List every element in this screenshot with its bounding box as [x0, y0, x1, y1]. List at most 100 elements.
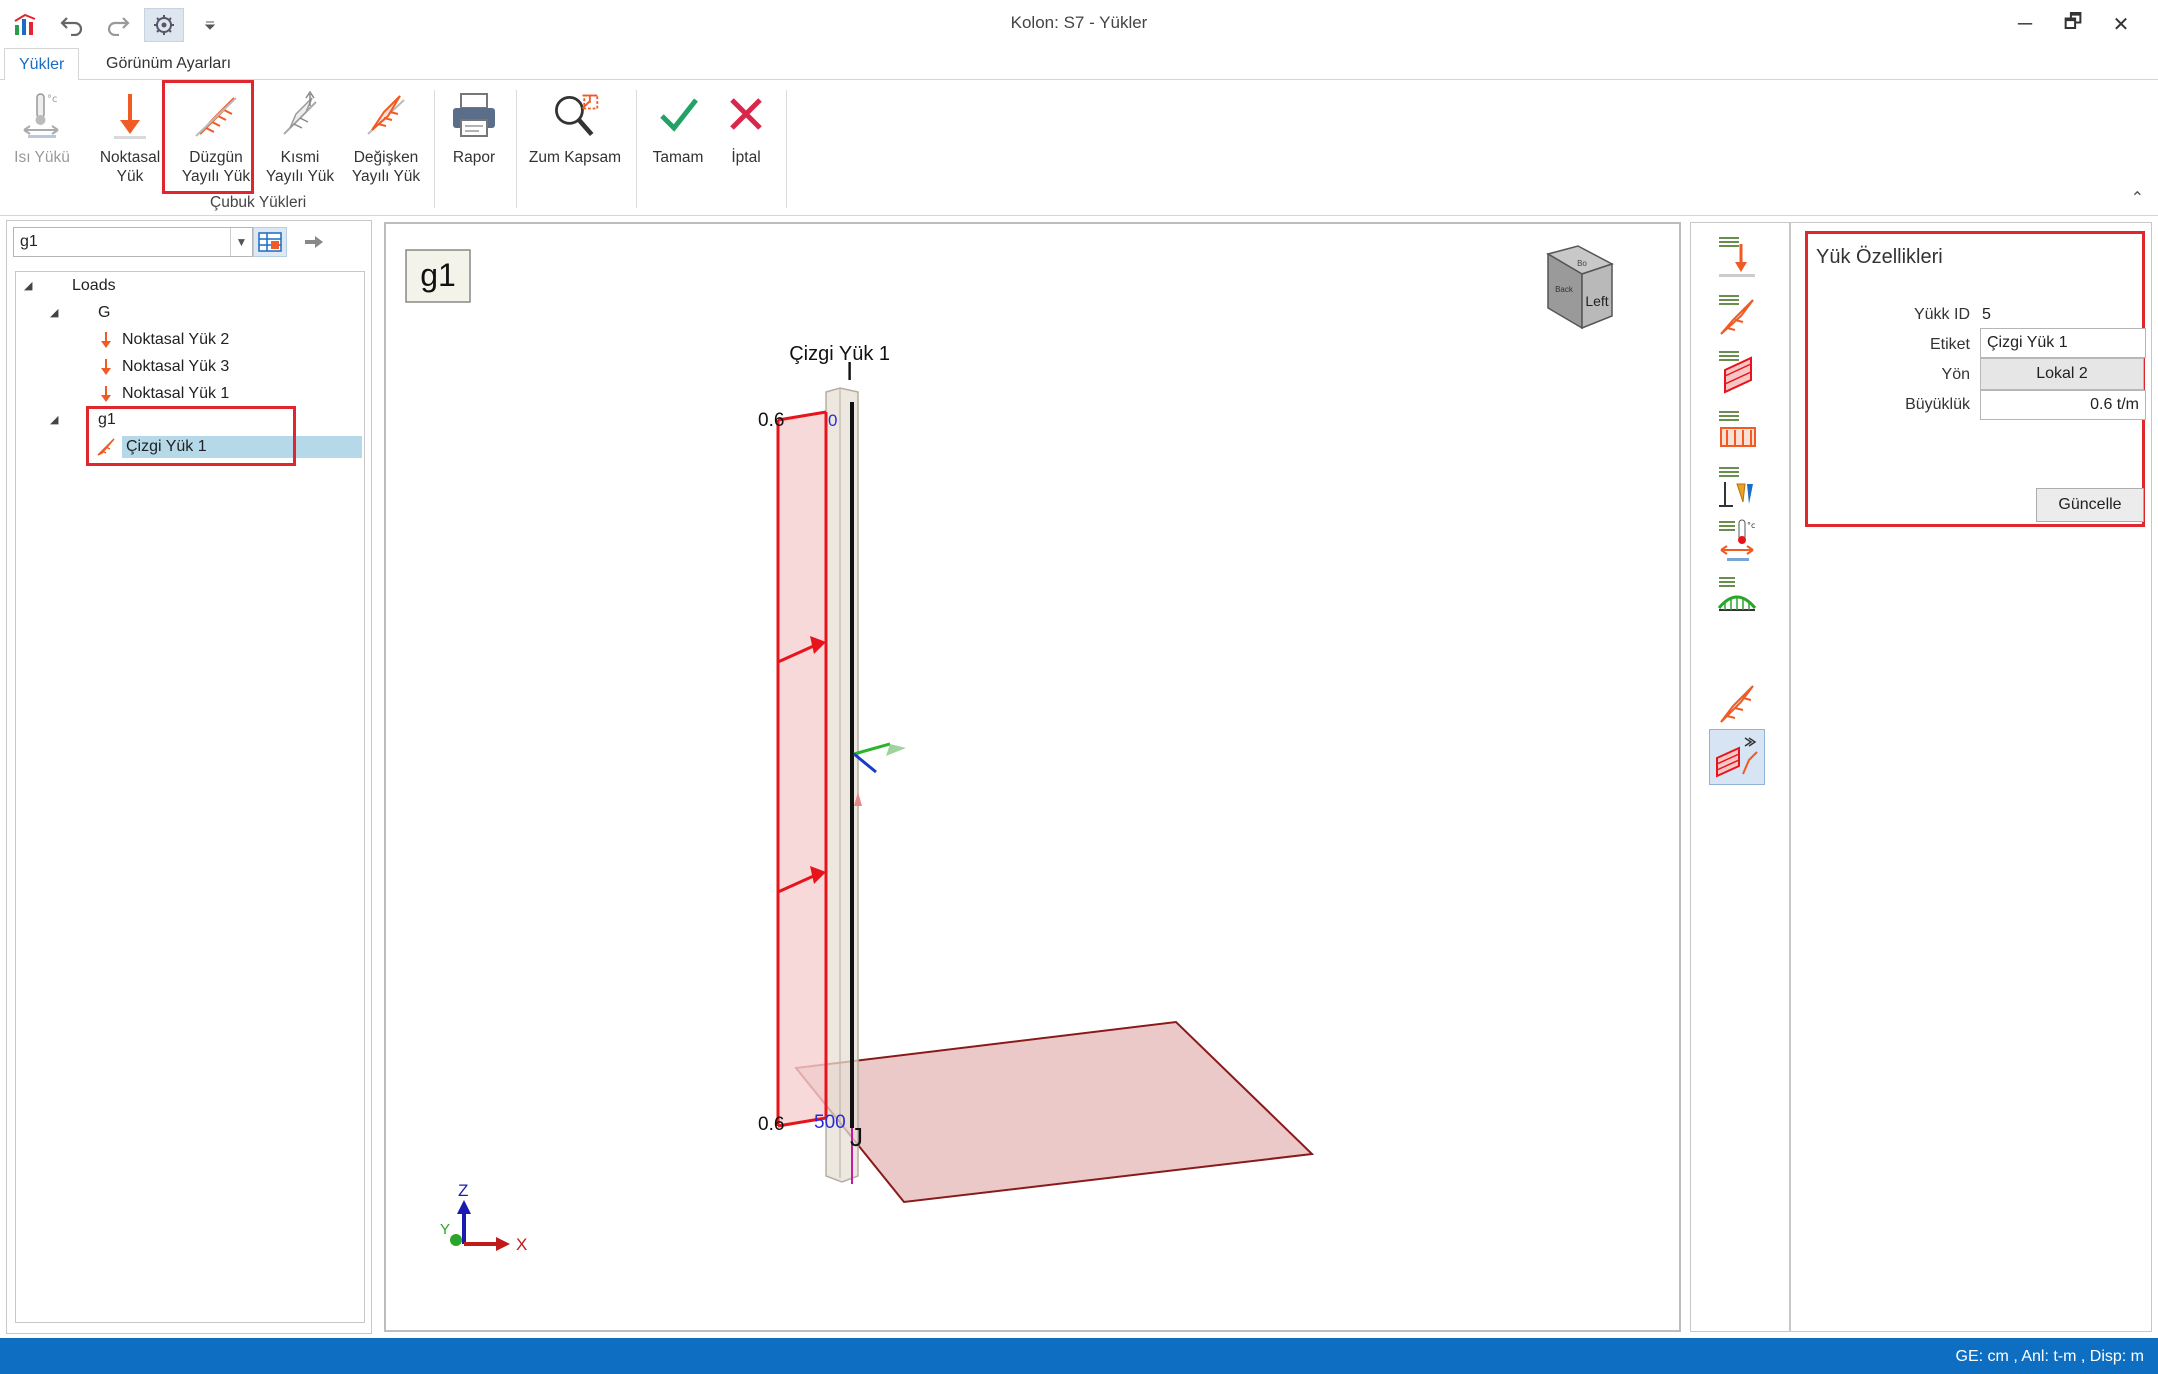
uniform-load-highlight	[162, 80, 254, 194]
tree-item-point-load-1[interactable]: Noktasal Yük 1	[96, 382, 229, 406]
heat-load-button[interactable]: °c Isı Yükü	[2, 86, 82, 167]
label-field-label: Etiket	[1929, 336, 1970, 353]
chevron-down-icon[interactable]: ▼	[230, 228, 252, 256]
update-button[interactable]: Güncelle	[2036, 488, 2144, 522]
checkmark-icon	[652, 86, 704, 144]
partial-load-button[interactable]: Kısmi Yayılı Yük	[260, 86, 340, 186]
title-bar: Kolon: S7 - Yükler ─ 🗗 ✕	[0, 0, 2158, 48]
frame-load-tool-icon[interactable]	[1709, 403, 1765, 459]
ribbon-separator	[636, 90, 637, 208]
tree-expand-arrow[interactable]: ◢	[50, 306, 58, 319]
ribbon-separator	[786, 90, 787, 208]
load-id-label: Yükk ID	[1913, 306, 1970, 323]
load-properties-panel: Yük Özellikleri Yükk ID 5 Etiket Çizgi Y…	[1790, 222, 2152, 1332]
axis-y-label: Y	[440, 1221, 450, 1238]
load-title: Çizgi Yük 1	[789, 343, 890, 365]
magnitude-input[interactable]: 0.6 t/m	[1980, 390, 2146, 420]
load-tree-panel: g1 ▼ ◢ Loads ◢ G Noktasal Yük 2 Noktasal…	[6, 220, 372, 1334]
load-type-toolbar: °c	[1690, 222, 1790, 1332]
node-i-label: I	[846, 356, 853, 386]
cancel-label: İptal	[731, 149, 761, 166]
case-label: g1	[420, 257, 456, 293]
collapse-ribbon-icon[interactable]: ⌃	[2131, 188, 2144, 208]
label-input[interactable]: Çizgi Yük 1	[1980, 328, 2146, 358]
view-cube-face: Left	[1585, 293, 1608, 309]
cancel-button[interactable]: İptal	[706, 86, 786, 167]
zoom-extents-button[interactable]: Zum Kapsam	[524, 86, 626, 167]
variable-distributed-load-icon	[360, 86, 412, 144]
thermometer-icon: °c	[16, 86, 68, 144]
close-button[interactable]: ✕	[2102, 8, 2140, 40]
tree-item-label: Noktasal Yük 2	[122, 331, 230, 348]
point-load-label-2: Yük	[116, 168, 144, 185]
end-position-label: 500	[814, 1112, 846, 1133]
point-load-arrow-icon	[96, 356, 116, 378]
load-case-combo[interactable]: g1 ▼	[13, 227, 253, 257]
partial-load-label-2: Yayılı Yük	[265, 168, 335, 185]
axis-x-label: X	[516, 1235, 527, 1254]
view-cube-top: Bo	[1577, 259, 1587, 268]
properties-title: Yük Özellikleri	[1816, 246, 1943, 268]
zoom-extents-label: Zum Kapsam	[528, 149, 622, 166]
window-title: Kolon: S7 - Yükler	[1010, 13, 1148, 32]
load-id-value: 5	[1982, 306, 1991, 323]
view-cube-back: Back	[1555, 285, 1574, 294]
view-cube[interactable]: Left Bo Back	[1546, 245, 1614, 330]
base-plate	[794, 1020, 1315, 1204]
start-position-label: 0	[828, 411, 837, 430]
g1-highlight	[86, 406, 296, 466]
tree-expand-arrow[interactable]: ◢	[50, 413, 58, 426]
load-edit-tool-icon[interactable]	[1709, 729, 1765, 785]
tree-item-point-load-2[interactable]: Noktasal Yük 2	[96, 328, 229, 352]
tree-item-point-load-3[interactable]: Noktasal Yük 3	[96, 355, 229, 379]
load-properties-group: Yük Özellikleri Yükk ID 5 Etiket Çizgi Y…	[1805, 231, 2146, 527]
axis-triad: Z X Y	[440, 1181, 527, 1254]
variable-load-button[interactable]: Değişken Yayılı Yük	[346, 86, 426, 186]
direction-label: Yön	[1941, 366, 1970, 383]
restore-button[interactable]: 🗗	[2054, 8, 2092, 40]
bridge-load-tool-icon[interactable]	[1709, 569, 1765, 625]
report-button[interactable]: Rapor	[434, 86, 514, 167]
tree-expand-arrow[interactable]: ◢	[24, 279, 32, 292]
load-tree: ◢ Loads ◢ G Noktasal Yük 2 Noktasal Yük …	[15, 271, 365, 1323]
node-j-label: J	[850, 1122, 863, 1152]
point-load-arrow-icon	[104, 86, 156, 144]
report-label: Rapor	[452, 149, 496, 166]
minimize-button[interactable]: ─	[2006, 8, 2044, 40]
printer-icon	[448, 86, 500, 144]
heat-load-label: Isı Yükü	[14, 149, 70, 166]
direction-select[interactable]: Lokal 2	[1980, 358, 2144, 390]
tree-item-label: Noktasal Yük 1	[122, 385, 230, 402]
ribbon-separator	[516, 90, 517, 208]
load-case-combo-value: g1	[20, 233, 38, 250]
axis-z-label: Z	[458, 1181, 468, 1200]
units-status: GE: cm , Anl: t-m , Disp: m	[1955, 1348, 2144, 1365]
load-list-icon[interactable]	[253, 227, 287, 257]
svg-text:°c: °c	[47, 94, 58, 105]
magnitude-label: Büyüklük	[1905, 396, 1970, 413]
ribbon-group-label: Çubuk Yükleri	[210, 194, 307, 211]
tree-node-g[interactable]: G	[98, 301, 110, 325]
wall-load-tool-icon[interactable]	[1709, 343, 1765, 399]
uniform-load-tool-icon[interactable]	[1709, 285, 1765, 341]
bottom-value-label: 0.6	[758, 1114, 784, 1135]
variable-load-label-1: Değişken	[353, 149, 419, 166]
point-load-arrow-icon	[96, 329, 116, 351]
zoom-extents-icon	[549, 86, 601, 144]
point-load-button[interactable]: Noktasal Yük	[90, 86, 170, 186]
point-load-arrow-icon	[96, 383, 116, 405]
temperature-load-tool-icon[interactable]: °c	[1709, 513, 1765, 569]
tree-node-loads[interactable]: Loads	[72, 274, 116, 298]
tab-loads[interactable]: Yükler	[4, 48, 80, 81]
ribbon-tabs: Yükler Görünüm Ayarları	[0, 48, 2158, 81]
point-load-tool-icon[interactable]	[1709, 227, 1765, 283]
arrow-right-icon[interactable]	[297, 227, 331, 257]
partial-load-label-1: Kısmi	[280, 149, 320, 166]
distributed-load-tool-icon[interactable]	[1709, 673, 1765, 729]
top-value-label: 0.6	[758, 410, 784, 431]
viewport-canvas[interactable]: g1 Çizgi Yük 1 0.6 0.6 0 500 I J Left Bo…	[386, 224, 1679, 1330]
support-settlement-tool-icon[interactable]	[1709, 459, 1765, 515]
local-axis-green	[853, 742, 891, 756]
3d-viewport[interactable]: g1 Çizgi Yük 1 0.6 0.6 0 500 I J Left Bo…	[384, 222, 1681, 1332]
tab-view-settings[interactable]: Görünüm Ayarları	[92, 48, 245, 81]
